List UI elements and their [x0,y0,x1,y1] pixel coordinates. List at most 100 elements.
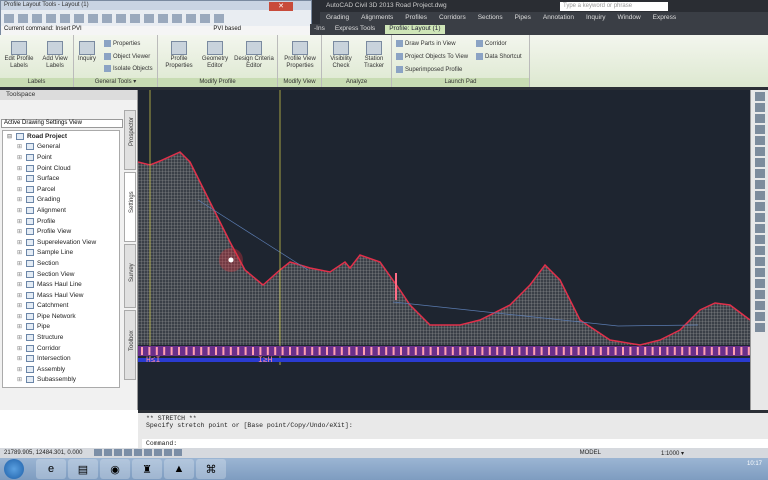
expand-icon[interactable]: ⊞ [17,323,23,330]
tool-icon[interactable] [754,323,765,332]
tree-item[interactable]: ⊞ Grading [3,195,119,206]
tree-item[interactable]: ⊞ Corridor [3,343,119,354]
tab-prospector[interactable]: Prospector [124,110,136,170]
menu-alignments[interactable]: Alignments [361,14,393,22]
tool-icon[interactable] [88,13,98,23]
tool-icon[interactable] [754,290,765,299]
tool-icon[interactable] [32,13,42,23]
redo-icon[interactable] [214,13,224,23]
tool-icon[interactable] [186,13,196,23]
osnap-toggle[interactable] [134,448,143,456]
expand-icon[interactable]: ⊞ [17,345,23,352]
draw-parts-in-view-button[interactable]: Draw Parts in View [396,40,456,47]
tool-icon[interactable] [754,301,765,310]
tool-icon[interactable] [754,224,765,233]
tool-icon[interactable] [74,13,84,23]
menu-window[interactable]: Window [618,14,641,22]
expand-icon[interactable]: ⊞ [17,239,23,246]
inquiry-button[interactable]: Inquiry [76,39,98,63]
expand-icon[interactable]: ⊞ [17,165,23,172]
tool-icon[interactable] [130,13,140,23]
expand-icon[interactable]: ⊞ [17,334,23,341]
tree-item[interactable]: ⊞ Catchment [3,301,119,312]
annotation-scale[interactable]: 1:1000 ▾ [661,450,684,457]
expand-icon[interactable]: ⊞ [17,249,23,256]
tab-profile-layout[interactable]: Profile: Layout (1) [385,25,445,34]
insert-pvi-tool-icon[interactable] [4,13,14,23]
autocad-icon[interactable]: ▲ [164,459,194,479]
tool-icon[interactable] [754,268,765,277]
tool-icon[interactable] [754,213,765,222]
expand-icon[interactable]: ⊞ [17,154,23,161]
tree-item[interactable]: ⊞ Assembly [3,364,119,375]
undo-icon[interactable] [200,13,210,23]
tree-item[interactable]: ⊞ Pipe Network [3,311,119,322]
otrack-toggle[interactable] [144,448,153,456]
search-input[interactable]: Type a keyword or phrase [560,2,668,11]
polar-toggle[interactable] [124,448,133,456]
expand-icon[interactable]: ⊞ [17,228,23,235]
expand-icon[interactable]: ⊞ [17,271,23,278]
tree-item[interactable]: ⊞ Pipe [3,322,119,333]
expand-icon[interactable]: ⊞ [17,175,23,182]
tool-icon[interactable] [754,257,765,266]
tab-survey[interactable]: Survey [124,244,136,308]
geometry-editor-button[interactable]: Geometry Editor [200,39,230,70]
tree-item[interactable]: ⊞ Subassembly [3,375,119,386]
menu-grading[interactable]: Grading [326,14,349,22]
tree-item[interactable]: ⊞ Alignment [3,205,119,216]
pdf-icon[interactable]: ⌘ [196,459,226,479]
app-icon[interactable]: ♜ [132,459,162,479]
profile-view-properties-button[interactable]: Profile View Properties [280,39,320,70]
object-viewer-button[interactable]: Object Viewer [104,53,150,60]
expand-icon[interactable]: ⊞ [17,302,23,309]
menu-annotation[interactable]: Annotation [543,14,574,22]
ducs-toggle[interactable] [154,448,163,456]
tree-item[interactable]: ⊞ Structure [3,332,119,343]
expand-icon[interactable]: ⊞ [17,292,23,299]
tool-icon[interactable] [754,114,765,123]
expand-icon[interactable]: ⊞ [17,207,23,214]
tree-item[interactable]: ⊞ Section View [3,269,119,280]
tool-icon[interactable] [754,136,765,145]
command-input[interactable]: Command: [142,439,768,448]
ortho-toggle[interactable] [114,448,123,456]
menu-sections[interactable]: Sections [478,14,503,22]
expand-icon[interactable]: ⊞ [17,313,23,320]
tool-icon[interactable] [46,13,56,23]
snap-toggle[interactable] [94,448,103,456]
expand-icon[interactable]: ⊞ [17,143,23,150]
model-button[interactable]: MODEL [580,450,601,456]
lwt-toggle[interactable] [174,448,183,456]
tool-icon[interactable] [172,13,182,23]
tree-item[interactable]: ⊞ Superelevation View [3,237,119,248]
menu-pipes[interactable]: Pipes [515,14,531,22]
tree-item[interactable]: ⊞ Profile View [3,226,119,237]
drawing-canvas[interactable]: H≤I I≥H [137,90,751,410]
expand-icon[interactable]: ⊞ [17,376,23,383]
expand-icon[interactable]: ⊞ [17,186,23,193]
tool-icon[interactable] [102,13,112,23]
tool-icon[interactable] [754,180,765,189]
tool-icon[interactable] [754,312,765,321]
expand-icon[interactable]: ⊞ [17,196,23,203]
ie-icon[interactable]: e [36,459,66,479]
tool-icon[interactable] [754,103,765,112]
menu-profiles[interactable]: Profiles [405,14,427,22]
menu-inquiry[interactable]: Inquiry [586,14,606,22]
expand-icon[interactable]: ⊞ [17,218,23,225]
tool-icon[interactable] [116,13,126,23]
design-criteria-editor-button[interactable]: Design Criteria Editor [232,39,276,70]
tree-item[interactable]: ⊞ Mass Haul View [3,290,119,301]
chrome-icon[interactable]: ◉ [100,459,130,479]
expand-icon[interactable]: ⊞ [17,366,23,373]
tree-item[interactable]: ⊞ Section [3,258,119,269]
profile-properties-button[interactable]: Profile Properties [160,39,198,70]
tree-item[interactable]: ⊞ Profile [3,216,119,227]
tool-icon[interactable] [754,235,765,244]
menu-corridors[interactable]: Corridors [439,14,466,22]
tab-toolbox[interactable]: Toolbox [124,310,136,380]
tool-icon[interactable] [754,158,765,167]
isolate-objects-button[interactable]: Isolate Objects [104,65,153,72]
tab-settings[interactable]: Settings [124,172,136,242]
